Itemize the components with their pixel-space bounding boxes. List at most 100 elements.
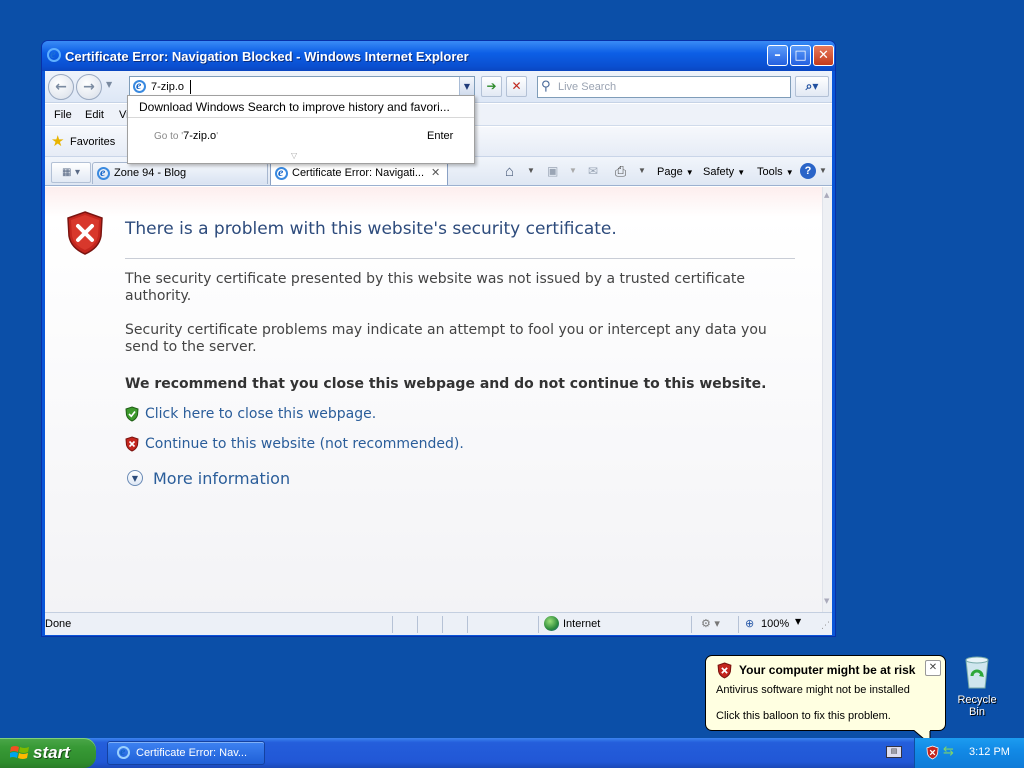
- close-icon: ✕: [818, 48, 829, 63]
- chevron-down-icon: ▼: [737, 168, 746, 177]
- mail-icon[interactable]: ✉: [588, 164, 598, 178]
- search-box[interactable]: ⚲ Live Search: [537, 76, 791, 98]
- keyboard-icon[interactable]: ▤: [886, 746, 902, 758]
- status-divider: [392, 616, 393, 633]
- status-bar: Done Internet ⚙ ▾ ⊕ 100% ▼ ⋰: [45, 612, 832, 635]
- help-icon[interactable]: ?: [800, 163, 816, 179]
- status-divider: [442, 616, 443, 633]
- tab-page-icon: [275, 165, 288, 180]
- quick-tabs-button[interactable]: ▦ ▾: [51, 162, 91, 183]
- tab-certificate-error[interactable]: Certificate Error: Navigati... ✕: [270, 161, 448, 185]
- zoom-icon: ⊕: [745, 617, 755, 630]
- address-input[interactable]: 7-zip.o: [151, 81, 184, 93]
- continue-website-link[interactable]: Continue to this website (not recommende…: [145, 436, 464, 452]
- forward-button[interactable]: →: [76, 74, 102, 100]
- title-bar[interactable]: Certificate Error: Navigation Blocked - …: [42, 41, 835, 71]
- goto-label: Go to '7-zip.o': [154, 130, 219, 142]
- zoom-dropdown-icon[interactable]: ▼: [795, 617, 801, 626]
- security-alert-icon[interactable]: [926, 745, 939, 760]
- close-button[interactable]: ✕: [813, 45, 834, 66]
- taskbar-item-label: Certificate Error: Nav...: [136, 747, 248, 759]
- red-shield-icon: [125, 436, 139, 452]
- tab-zone94[interactable]: Zone 94 - Blog: [92, 162, 268, 184]
- suggestion-text: Download Windows Search to improve histo…: [139, 100, 450, 114]
- balloon-close-icon[interactable]: ✕: [925, 660, 941, 676]
- protected-mode-icon[interactable]: ⚙ ▾: [701, 617, 720, 630]
- tab-page-icon: [97, 165, 110, 180]
- status-divider: [538, 616, 539, 633]
- system-tray: ⇆ 3:12 PM: [914, 738, 1024, 768]
- error-description: The security certificate presented by th…: [125, 271, 745, 304]
- back-button[interactable]: ←: [48, 74, 74, 100]
- page-menu[interactable]: Page ▼: [657, 166, 694, 178]
- globe-icon: [544, 616, 559, 631]
- search-button[interactable]: ⌕▾: [795, 76, 829, 97]
- network-icon[interactable]: ⇆: [943, 744, 954, 759]
- minimize-icon: –: [774, 48, 781, 63]
- expand-icon[interactable]: ▼: [127, 470, 143, 486]
- home-icon[interactable]: ⌂: [505, 163, 514, 180]
- go-button[interactable]: ➔: [481, 76, 502, 97]
- clock: 3:12 PM: [969, 746, 1010, 758]
- windows-search-suggestion[interactable]: Download Windows Search to improve histo…: [128, 96, 474, 118]
- safety-menu[interactable]: Safety ▼: [703, 166, 745, 178]
- stop-button[interactable]: ✕: [506, 76, 527, 97]
- print-dropdown-icon[interactable]: ▼: [638, 166, 646, 175]
- balloon-title: Your computer might be at risk: [739, 663, 916, 677]
- enter-shortcut: Enter: [427, 130, 454, 142]
- minimize-button[interactable]: –: [767, 45, 788, 66]
- status-text: Done: [45, 618, 72, 630]
- print-icon[interactable]: ⎙: [615, 163, 626, 180]
- help-dropdown-icon[interactable]: ▼: [819, 166, 827, 175]
- error-title: There is a problem with this website's s…: [125, 219, 617, 239]
- page-content: [45, 187, 822, 612]
- text-cursor: [190, 80, 191, 94]
- magnifier-icon: ⌕▾: [805, 79, 819, 93]
- tab-close-icon[interactable]: ✕: [431, 166, 440, 179]
- address-autocomplete-dropdown: Download Windows Search to improve histo…: [127, 95, 475, 164]
- start-button[interactable]: start: [0, 738, 96, 768]
- windows-logo-icon: [10, 746, 29, 759]
- tools-menu[interactable]: Tools ▼: [757, 166, 794, 178]
- quick-tabs-icon: ▦ ▾: [62, 167, 80, 178]
- resize-chevron-icon[interactable]: ▽: [291, 151, 297, 160]
- window-title: Certificate Error: Navigation Blocked - …: [65, 49, 469, 64]
- status-divider: [417, 616, 418, 633]
- menu-edit[interactable]: Edit: [85, 109, 104, 121]
- history-dropdown-icon[interactable]: ▼: [106, 80, 112, 89]
- home-dropdown-icon[interactable]: ▼: [527, 166, 535, 175]
- tools-menu-label: Tools: [757, 166, 783, 178]
- scroll-up-icon[interactable]: ▲: [824, 191, 829, 199]
- recycle-bin[interactable]: Recycle Bin: [949, 656, 1005, 718]
- security-balloon[interactable]: Your computer might be at risk ✕ Antivir…: [705, 655, 946, 731]
- ie-logo-icon: [47, 46, 61, 62]
- vertical-scrollbar[interactable]: ▲ ▼: [822, 187, 832, 612]
- address-dropdown-button[interactable]: ▼: [459, 77, 474, 97]
- stop-icon: ✕: [511, 79, 522, 93]
- recycle-bin-label: Recycle Bin: [957, 694, 997, 718]
- goto-suggestion[interactable]: Go to '7-zip.o' Enter: [128, 120, 474, 150]
- scroll-down-icon[interactable]: ▼: [824, 597, 829, 605]
- safety-menu-label: Safety: [703, 166, 735, 178]
- zoom-level[interactable]: 100%: [761, 618, 789, 630]
- taskbar-item-ie[interactable]: Certificate Error: Nav...: [107, 741, 265, 765]
- status-divider: [738, 616, 739, 633]
- feeds-dropdown-icon[interactable]: ▼: [569, 166, 577, 175]
- feeds-icon[interactable]: ▣: [547, 164, 558, 178]
- status-divider: [691, 616, 692, 633]
- close-webpage-link[interactable]: Click here to close this webpage.: [145, 406, 376, 422]
- error-warning: Security certificate problems may indica…: [125, 322, 767, 355]
- favorites-button[interactable]: Favorites: [70, 136, 115, 148]
- search-input[interactable]: Live Search: [558, 81, 616, 93]
- back-arrow-icon: ←: [55, 79, 67, 95]
- menu-file[interactable]: File: [54, 109, 72, 121]
- page-menu-label: Page: [657, 166, 683, 178]
- maximize-button[interactable]: □: [790, 45, 811, 66]
- chevron-down-icon: ▼: [685, 168, 694, 177]
- more-information-link[interactable]: More information: [153, 469, 290, 488]
- page-icon: [133, 78, 146, 93]
- maximize-icon: □: [794, 48, 807, 63]
- resize-grip-icon[interactable]: ⋰: [821, 621, 830, 631]
- security-zone: Internet: [563, 618, 601, 630]
- tab-label: Certificate Error: Navigati...: [292, 167, 425, 179]
